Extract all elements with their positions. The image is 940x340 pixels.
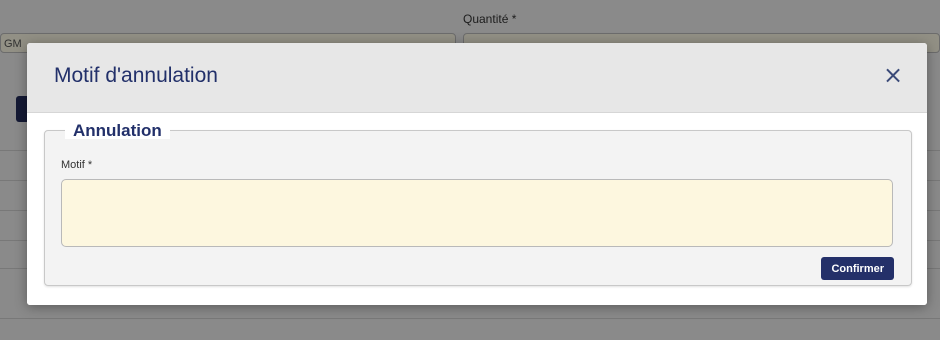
annulation-fieldset: Annulation Motif * Confirmer (44, 122, 912, 286)
motif-label: Motif * (61, 159, 93, 171)
modal-header: Motif d'annulation × (27, 43, 927, 113)
close-icon: × (882, 61, 904, 89)
confirm-button[interactable]: Confirmer (821, 257, 894, 280)
fieldset-legend: Annulation (65, 122, 170, 139)
cancellation-modal: Motif d'annulation × Annulation Motif * … (27, 43, 927, 305)
close-button[interactable]: × (881, 63, 905, 87)
motif-textarea[interactable] (61, 179, 893, 247)
modal-body: Annulation Motif * Confirmer (27, 113, 927, 305)
modal-title: Motif d'annulation (54, 64, 218, 87)
